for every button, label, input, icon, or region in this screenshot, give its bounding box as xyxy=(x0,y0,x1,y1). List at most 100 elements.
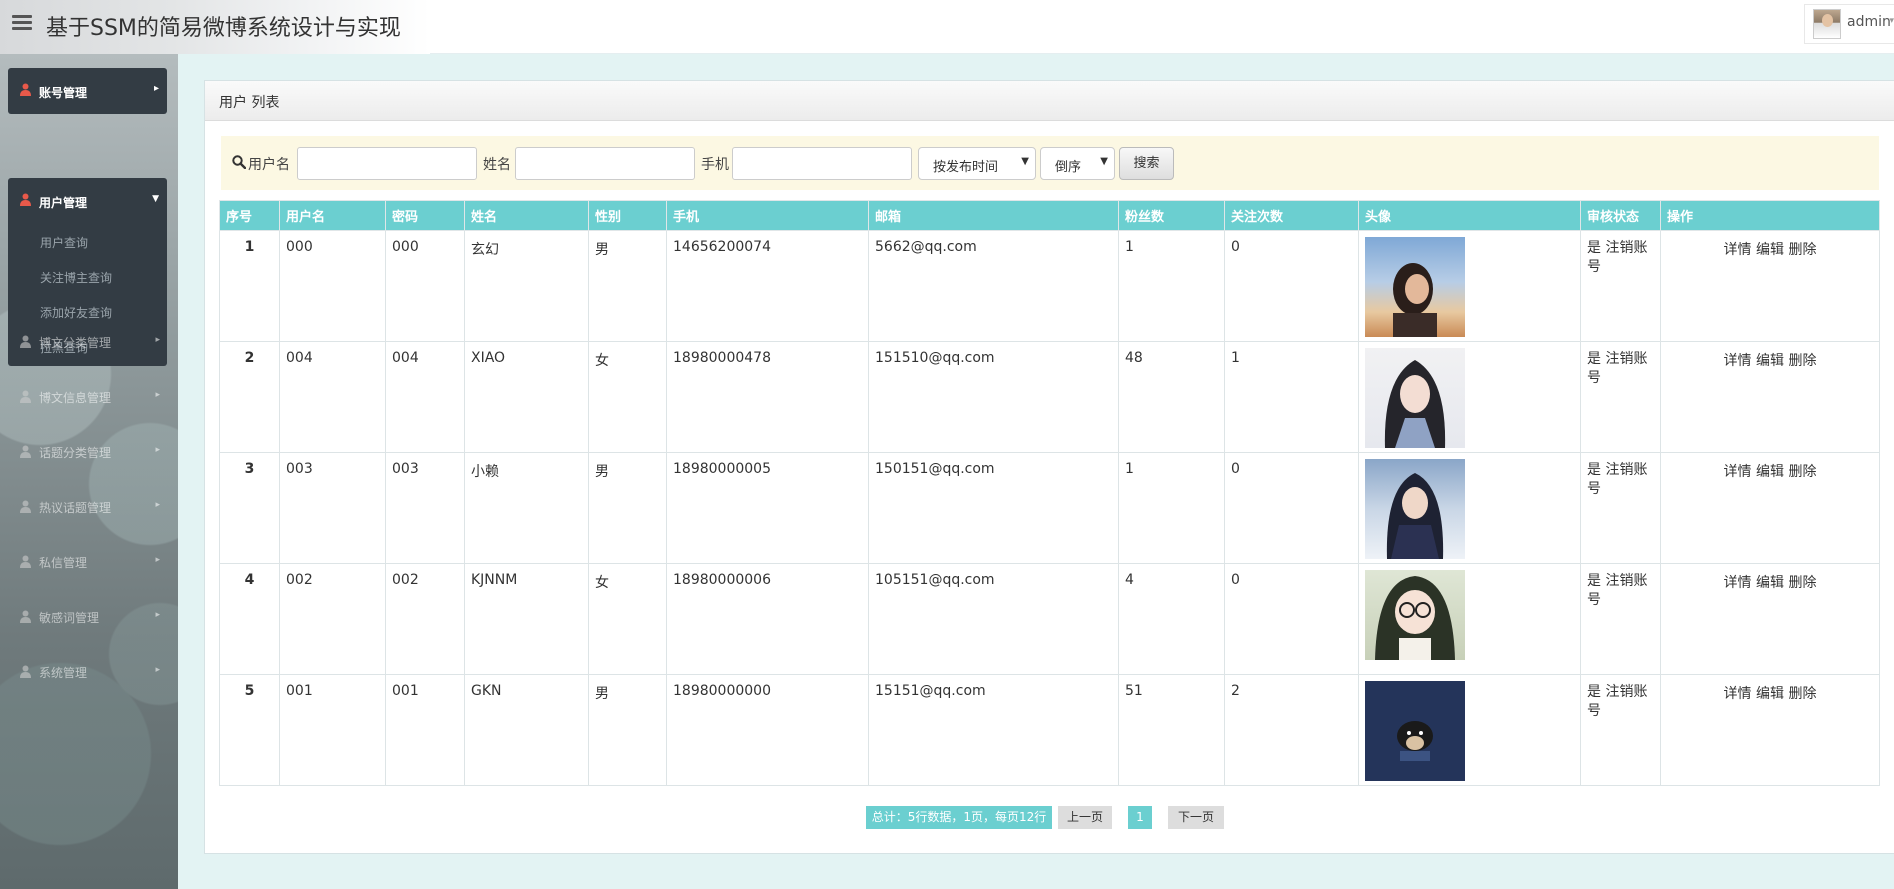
detail-link[interactable]: 详情 xyxy=(1724,686,1752,702)
chevron-right-icon: ▸ xyxy=(155,390,160,400)
sort-select[interactable]: 按发布时间 ▼ xyxy=(918,147,1036,180)
cell-phone: 18980000000 xyxy=(666,674,869,786)
user-icon xyxy=(20,500,31,513)
avatar[interactable] xyxy=(1365,348,1465,448)
delete-link[interactable]: 删除 xyxy=(1788,353,1816,369)
sidebar-item-account[interactable]: 账号管理 ▸ xyxy=(8,68,167,114)
cell-fans: 4 xyxy=(1118,563,1225,675)
cell-audit: 是 注销账号 xyxy=(1580,341,1661,453)
col-header-avatar: 头像 xyxy=(1358,200,1581,231)
cell-ops: 详情 编辑 删除 xyxy=(1660,674,1880,786)
cell-fans: 1 xyxy=(1118,230,1225,342)
username-input[interactable] xyxy=(297,147,477,180)
cell-seq: 1 xyxy=(219,230,280,342)
cell-email: 151510@qq.com xyxy=(868,341,1119,453)
panel-title: 用户 列表 xyxy=(219,95,280,111)
sidebar-item-label: 敏感词管理 xyxy=(39,611,100,625)
next-page-button[interactable]: 下一页 xyxy=(1168,806,1224,829)
col-header-seq: 序号 xyxy=(219,200,280,231)
user-icon xyxy=(20,665,31,678)
cell-audit: 是 注销账号 xyxy=(1580,563,1661,675)
col-header-follows: 关注次数 xyxy=(1224,200,1359,231)
top-header: 基于SSM的简易微博系统设计与实现 admin ▾ xyxy=(0,0,1894,54)
sidebar-item-message[interactable]: 私信管理 ▸ xyxy=(20,552,160,572)
cell-email: 5662@qq.com xyxy=(868,230,1119,342)
avatar[interactable] xyxy=(1365,570,1465,660)
cell-email: 105151@qq.com xyxy=(868,563,1119,675)
cell-username: 001 xyxy=(279,674,386,786)
cell-ops: 详情 编辑 删除 xyxy=(1660,452,1880,564)
order-select[interactable]: 倒序 ▼ xyxy=(1040,147,1115,180)
search-icon xyxy=(232,155,246,169)
phone-input[interactable] xyxy=(732,147,912,180)
avatar[interactable] xyxy=(1365,459,1465,559)
sidebar-item-hot-topic[interactable]: 热议话题管理 ▸ xyxy=(20,497,160,517)
caret-down-icon: ▾ xyxy=(1889,16,1894,26)
cell-username: 000 xyxy=(279,230,386,342)
avatar[interactable] xyxy=(1365,237,1465,337)
edit-link[interactable]: 编辑 xyxy=(1756,686,1784,702)
search-bar: 用户名 姓名 手机 按发布时间 ▼ 倒序 ▼ 搜索 xyxy=(221,136,1879,190)
detail-link[interactable]: 详情 xyxy=(1724,464,1752,480)
cell-phone: 18980000006 xyxy=(666,563,869,675)
chevron-right-icon: ▸ xyxy=(155,445,160,455)
user-avatar xyxy=(1813,9,1841,39)
sidebar-subitem-friend-query[interactable]: 添加好友查询 xyxy=(40,304,112,321)
sidebar-item-post-category[interactable]: 博文分类管理 ▸ xyxy=(20,332,160,352)
sidebar-item-label: 用户管理 xyxy=(39,196,88,210)
sidebar-item-system[interactable]: 系统管理 ▸ xyxy=(20,662,160,682)
edit-link[interactable]: 编辑 xyxy=(1756,575,1784,591)
delete-link[interactable]: 删除 xyxy=(1788,242,1816,258)
cell-audit: 是 注销账号 xyxy=(1580,452,1661,564)
sidebar-subitem-user-query[interactable]: 用户查询 xyxy=(40,234,88,251)
col-header-name: 姓名 xyxy=(464,200,589,231)
edit-link[interactable]: 编辑 xyxy=(1756,353,1784,369)
user-icon xyxy=(20,335,31,348)
delete-link[interactable]: 删除 xyxy=(1788,575,1816,591)
cell-password: 004 xyxy=(385,341,465,453)
audit-status: 是 xyxy=(1587,462,1601,478)
avatar[interactable] xyxy=(1365,681,1465,781)
cell-gender: 男 xyxy=(588,452,667,564)
delete-link[interactable]: 删除 xyxy=(1788,464,1816,480)
page-number-button[interactable]: 1 xyxy=(1128,806,1152,829)
name-input[interactable] xyxy=(515,147,695,180)
phone-label: 手机 xyxy=(701,157,729,173)
delete-link[interactable]: 删除 xyxy=(1788,686,1816,702)
cell-email: 150151@qq.com xyxy=(868,452,1119,564)
sidebar-item-user[interactable]: 用户管理 ▼ xyxy=(8,178,167,224)
sidebar-item-topic-category[interactable]: 话题分类管理 ▸ xyxy=(20,442,160,462)
edit-link[interactable]: 编辑 xyxy=(1756,242,1784,258)
cell-phone: 18980000005 xyxy=(666,452,869,564)
prev-page-button[interactable]: 上一页 xyxy=(1058,806,1112,829)
order-select-value: 倒序 xyxy=(1055,160,1082,175)
cell-password: 002 xyxy=(385,563,465,675)
cell-gender: 男 xyxy=(588,674,667,786)
detail-link[interactable]: 详情 xyxy=(1724,353,1752,369)
user-menu[interactable]: admin ▾ xyxy=(1804,4,1894,44)
cell-phone: 14656200074 xyxy=(666,230,869,342)
search-button[interactable]: 搜索 xyxy=(1119,147,1174,180)
detail-link[interactable]: 详情 xyxy=(1724,575,1752,591)
sidebar-item-post-info[interactable]: 博文信息管理 ▸ xyxy=(20,387,160,407)
menu-toggle-icon[interactable] xyxy=(12,15,32,33)
user-icon xyxy=(20,610,31,623)
cell-name: XIAO xyxy=(464,341,589,453)
sidebar-item-sensitive-words[interactable]: 敏感词管理 ▸ xyxy=(20,607,160,627)
user-icon xyxy=(20,555,31,568)
user-icon xyxy=(20,390,31,403)
cell-ops: 详情 编辑 删除 xyxy=(1660,341,1880,453)
cell-avatar xyxy=(1358,452,1581,564)
col-header-gender: 性别 xyxy=(588,200,667,231)
cell-password: 003 xyxy=(385,452,465,564)
cell-seq: 2 xyxy=(219,341,280,453)
sidebar-subitem-follow-query[interactable]: 关注博主查询 xyxy=(40,269,112,286)
cell-follows: 0 xyxy=(1224,563,1359,675)
col-header-username: 用户名 xyxy=(279,200,386,231)
edit-link[interactable]: 编辑 xyxy=(1756,464,1784,480)
avatar-art xyxy=(1386,473,1444,559)
sort-select-value: 按发布时间 xyxy=(933,160,999,175)
table-header-row: 序号 用户名 密码 姓名 性别 手机 邮箱 粉丝数 关注次数 头像 审核状态 操… xyxy=(219,200,1880,231)
detail-link[interactable]: 详情 xyxy=(1724,242,1752,258)
cell-seq: 4 xyxy=(219,563,280,675)
